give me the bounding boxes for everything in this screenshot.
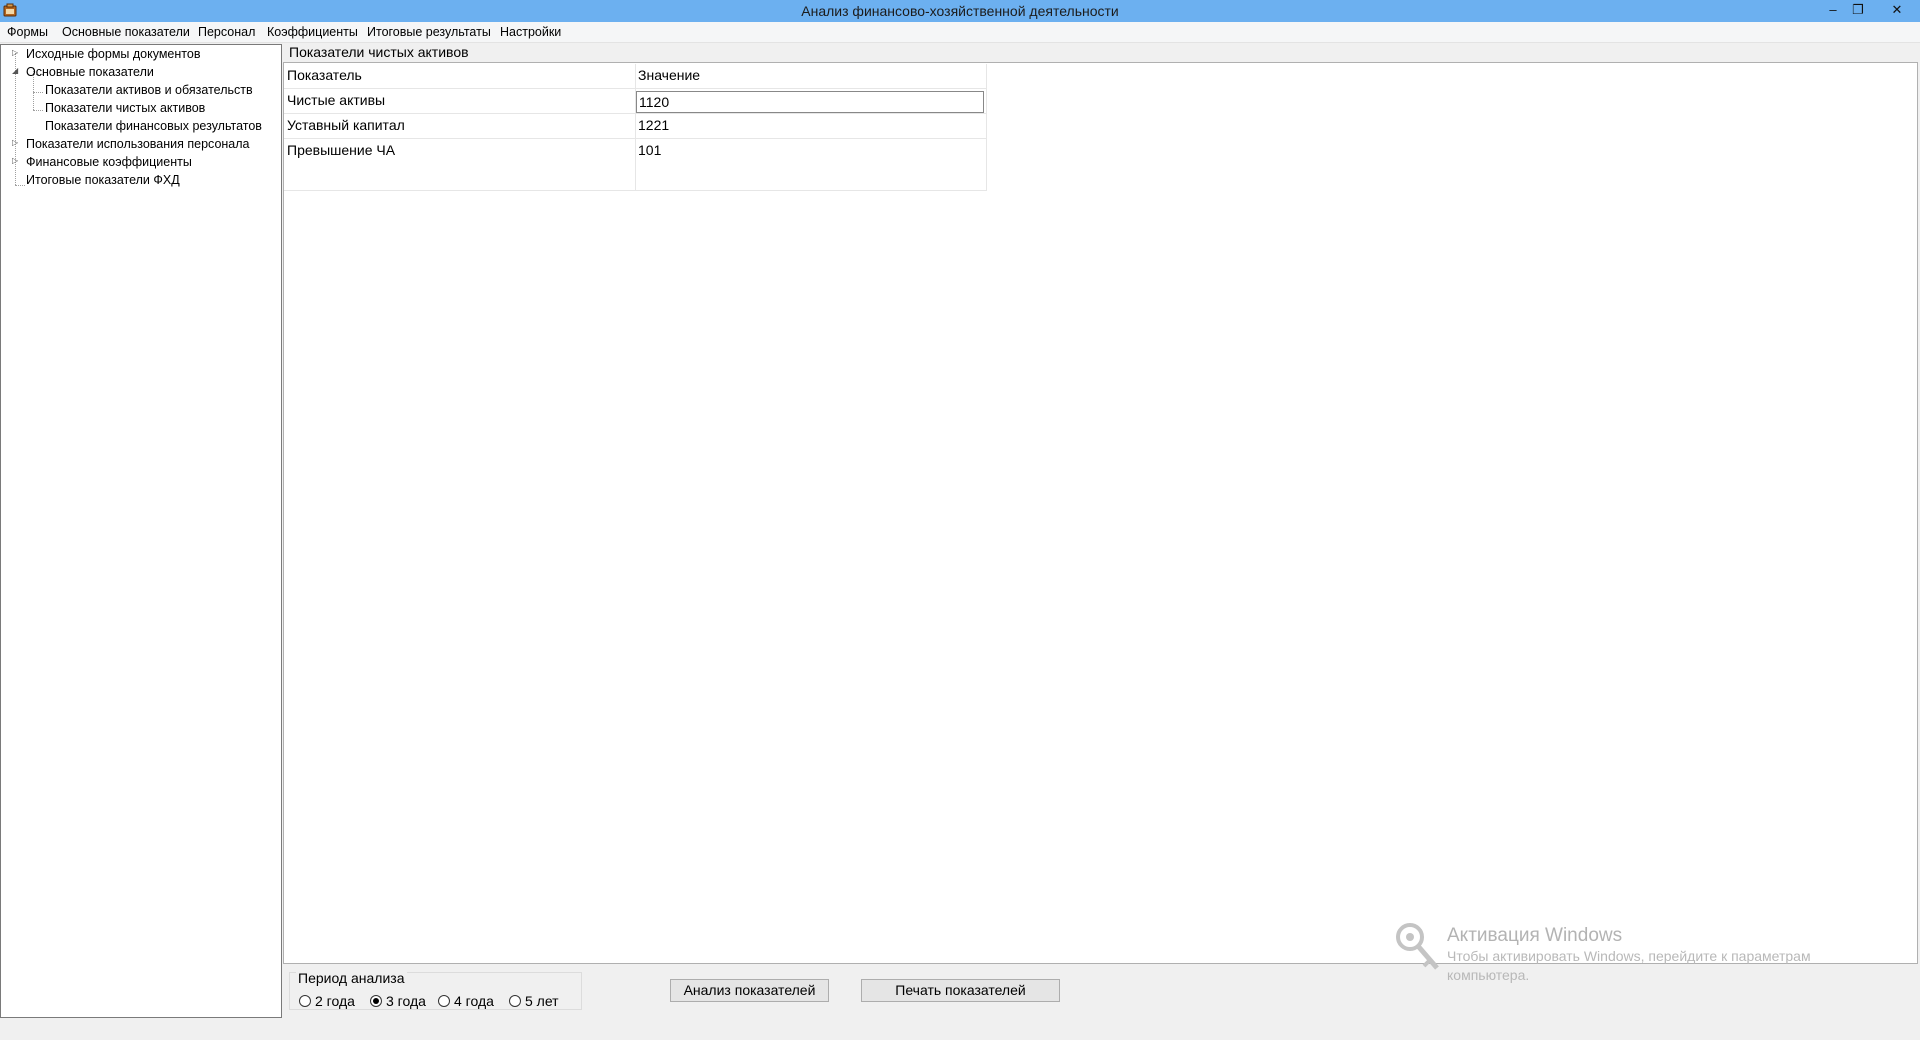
table-row-label[interactable]: Превышение ЧА <box>284 139 634 162</box>
key-icon <box>1396 923 1439 970</box>
radio-circle[interactable] <box>509 995 521 1007</box>
expand-icon[interactable]: ▷ <box>12 156 18 165</box>
group-title: Показатели чистых активов <box>289 44 469 60</box>
print-button[interactable]: Печать показателей <box>861 979 1060 1002</box>
minimize-button[interactable]: – <box>1820 0 1846 20</box>
table-cell-selected[interactable]: 1120 <box>636 91 984 113</box>
radio-label: 4 года <box>454 993 494 1009</box>
table-row-label[interactable]: Уставный капитал <box>284 114 634 137</box>
watermark-title: Активация Windows <box>1447 925 1623 946</box>
column-header-value[interactable]: Значение <box>635 64 985 87</box>
tree-connector <box>33 92 43 93</box>
period-radio-5-years[interactable]: 5 лет <box>509 993 559 1009</box>
radio-circle[interactable] <box>299 995 311 1007</box>
radio-label: 3 года <box>386 993 426 1009</box>
status-strip <box>0 1018 1920 1040</box>
radio-circle-checked[interactable] <box>370 995 382 1007</box>
tree-item-assets-liabilities[interactable]: Показатели активов и обязательств <box>45 83 253 99</box>
menu-main-indicators[interactable]: Основные показатели <box>62 25 190 39</box>
expand-icon[interactable]: ▷ <box>12 48 18 57</box>
tree-item-main-indicators[interactable]: Основные показатели <box>26 65 154 81</box>
table-row-label[interactable]: Чистые активы <box>284 89 634 112</box>
tree-item-source-forms[interactable]: Исходные формы документов <box>26 47 200 63</box>
collapse-icon[interactable]: ◢ <box>12 66 18 75</box>
indicators-grid: Показатель Значение Чистые активы Уставн… <box>284 64 987 191</box>
radio-label: 2 года <box>315 993 355 1009</box>
grid-line <box>986 64 987 191</box>
content-panel <box>283 62 1918 964</box>
tree-item-financial-results[interactable]: Показатели финансовых результатов <box>45 119 262 135</box>
tree-item-final-indicators[interactable]: Итоговые показатели ФХД <box>26 173 180 189</box>
tree-item-net-assets[interactable]: Показатели чистых активов <box>45 101 205 117</box>
menu-settings[interactable]: Настройки <box>500 25 561 39</box>
activation-watermark: Активация Windows Чтобы активировать Win… <box>1447 925 1811 985</box>
table-row-value[interactable]: 101 <box>635 139 985 162</box>
window-title: Анализ финансово-хозяйственной деятельно… <box>801 3 1119 19</box>
restore-button[interactable]: ❐ <box>1845 0 1871 20</box>
menu-coefficients[interactable]: Коэффициенты <box>267 25 358 39</box>
period-radio-2-years[interactable]: 2 года <box>299 993 355 1009</box>
radio-label: 5 лет <box>525 993 559 1009</box>
analyze-button[interactable]: Анализ показателей <box>670 979 829 1002</box>
expand-icon[interactable]: ▷ <box>12 138 18 147</box>
menu-final-results[interactable]: Итоговые результаты <box>367 25 491 39</box>
menu-personnel[interactable]: Персонал <box>198 25 255 39</box>
menu-bar: Формы Основные показатели Персонал Коэфф… <box>0 22 1920 43</box>
radio-circle[interactable] <box>438 995 450 1007</box>
tree-connector <box>15 185 25 186</box>
period-label: Период анализа <box>296 970 407 986</box>
tree-connector <box>33 110 43 111</box>
close-button[interactable]: ✕ <box>1882 0 1912 20</box>
tree-item-financial-coefficients[interactable]: Финансовые коэффициенты <box>26 155 192 171</box>
table-row-value[interactable]: 1221 <box>635 114 985 137</box>
period-radio-4-years[interactable]: 4 года <box>438 993 494 1009</box>
tree-item-personnel-usage[interactable]: Показатели использования персонала <box>26 137 250 153</box>
period-radio-3-years[interactable]: 3 года <box>370 993 426 1009</box>
menu-forms[interactable]: Формы <box>7 25 48 39</box>
title-bar: Анализ финансово-хозяйственной деятельно… <box>0 0 1920 22</box>
watermark-line: Чтобы активировать Windows, перейдите к … <box>1447 948 1811 964</box>
watermark-line: компьютера. <box>1447 967 1530 983</box>
column-header-indicator[interactable]: Показатель <box>284 64 634 87</box>
navigation-tree: ▷ Исходные формы документов ◢ Основные п… <box>0 44 282 1018</box>
